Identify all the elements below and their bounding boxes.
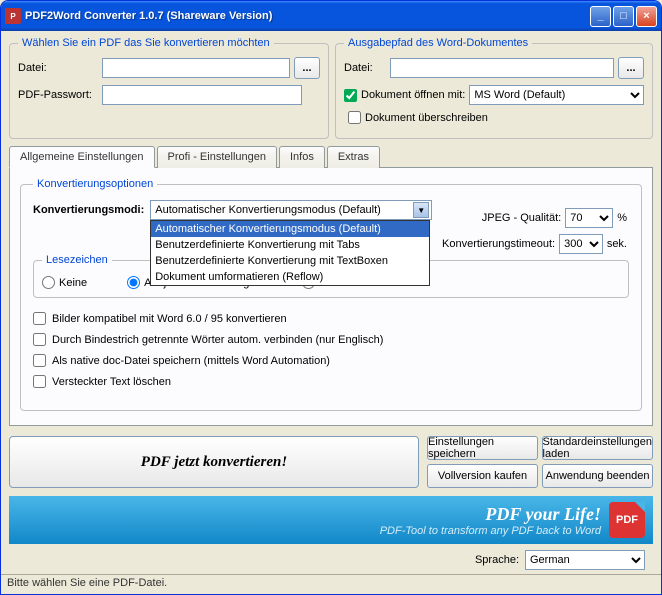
input-file-field[interactable] [102,58,290,78]
dropdown-option[interactable]: Dokument umformatieren (Reflow) [151,269,429,285]
quit-button[interactable]: Anwendung beenden [542,464,653,488]
conversion-options-group: Konvertierungsoptionen JPEG - Qualität: … [20,178,642,411]
buy-full-button[interactable]: Vollversion kaufen [427,464,538,488]
minimize-button[interactable]: _ [590,6,611,27]
output-file-field[interactable] [390,58,614,78]
window-title: PDF2Word Converter 1.0.7 (Shareware Vers… [25,10,588,22]
close-button[interactable]: × [636,6,657,27]
app-icon: P [5,8,21,24]
language-select[interactable]: German [525,550,645,570]
input-pdf-group: Wählen Sie ein PDF das Sie konvertieren … [9,37,329,139]
banner-title: PDF your Life! [380,504,601,525]
app-window: P PDF2Word Converter 1.0.7 (Shareware Ve… [0,0,662,595]
conversion-options-legend: Konvertierungsoptionen [33,178,157,190]
output-browse-button[interactable]: ... [618,57,644,79]
save-settings-button[interactable]: Einstellungen speichern [427,436,538,460]
tab-panel-general: Konvertierungsoptionen JPEG - Qualität: … [9,167,653,426]
titlebar[interactable]: P PDF2Word Converter 1.0.7 (Shareware Ve… [1,1,661,31]
dropdown-option[interactable]: Benutzerdefinierte Konvertierung mit Tex… [151,253,429,269]
chk-native-doc[interactable] [33,354,46,367]
pdf-password-label: PDF-Passwort: [18,89,98,101]
output-word-legend: Ausgabepfad des Word-Dokumentes [344,37,532,49]
promo-banner: PDF your Life! PDF-Tool to transform any… [9,496,653,544]
chk-hyphen-join[interactable] [33,333,46,346]
load-defaults-button[interactable]: Standardeinstellungen laden [542,436,653,460]
tab-general[interactable]: Allgemeine Einstellungen [9,146,155,168]
maximize-button[interactable]: □ [613,6,634,27]
status-bar: Bitte wählen Sie eine PDF-Datei. [1,574,661,594]
chk-word60-compat[interactable] [33,312,46,325]
open-with-select[interactable]: MS Word (Default) [469,85,644,105]
conversion-mode-select[interactable]: Automatischer Konvertierungsmodus (Defau… [150,200,432,220]
tab-extras[interactable]: Extras [327,146,380,168]
pdf-icon: PDF [609,502,645,538]
tabstrip: Allgemeine Einstellungen Profi - Einstel… [9,146,653,168]
timeout-select[interactable]: 300 [559,234,603,254]
output-word-group: Ausgabepfad des Word-Dokumentes Datei: .… [335,37,653,139]
timeout-label: Konvertierungstimeout: [442,238,555,250]
input-browse-button[interactable]: ... [294,57,320,79]
dropdown-option[interactable]: Automatischer Konvertierungsmodus (Defau… [151,221,429,237]
input-pdf-legend: Wählen Sie ein PDF das Sie konvertieren … [18,37,274,49]
chk-delete-hidden-text[interactable] [33,375,46,388]
conversion-mode-label: Konvertierungsmodi: [33,204,144,216]
chevron-down-icon: ▼ [413,202,429,218]
overwrite-checkbox[interactable] [348,111,361,124]
tab-infos[interactable]: Infos [279,146,325,168]
banner-subtitle: PDF-Tool to transform any PDF back to Wo… [380,525,601,537]
bookmark-radio-none[interactable]: Keine [42,276,87,289]
timeout-unit: sek. [607,238,627,250]
pdf-password-field[interactable] [102,85,302,105]
language-label: Sprache: [475,554,519,566]
output-file-label: Datei: [344,62,386,74]
overwrite-label: Dokument überschreiben [365,112,488,124]
input-file-label: Datei: [18,62,98,74]
convert-button[interactable]: PDF jetzt konvertieren! [9,436,419,488]
bookmarks-legend: Lesezeichen [42,254,112,266]
tab-profi[interactable]: Profi - Einstellungen [157,146,277,168]
dropdown-option[interactable]: Benutzerdefinierte Konvertierung mit Tab… [151,237,429,253]
open-with-label: Dokument öffnen mit: [361,89,465,101]
open-with-checkbox[interactable] [344,89,357,102]
conversion-mode-dropdown: Automatischer Konvertierungsmodus (Defau… [150,220,430,286]
